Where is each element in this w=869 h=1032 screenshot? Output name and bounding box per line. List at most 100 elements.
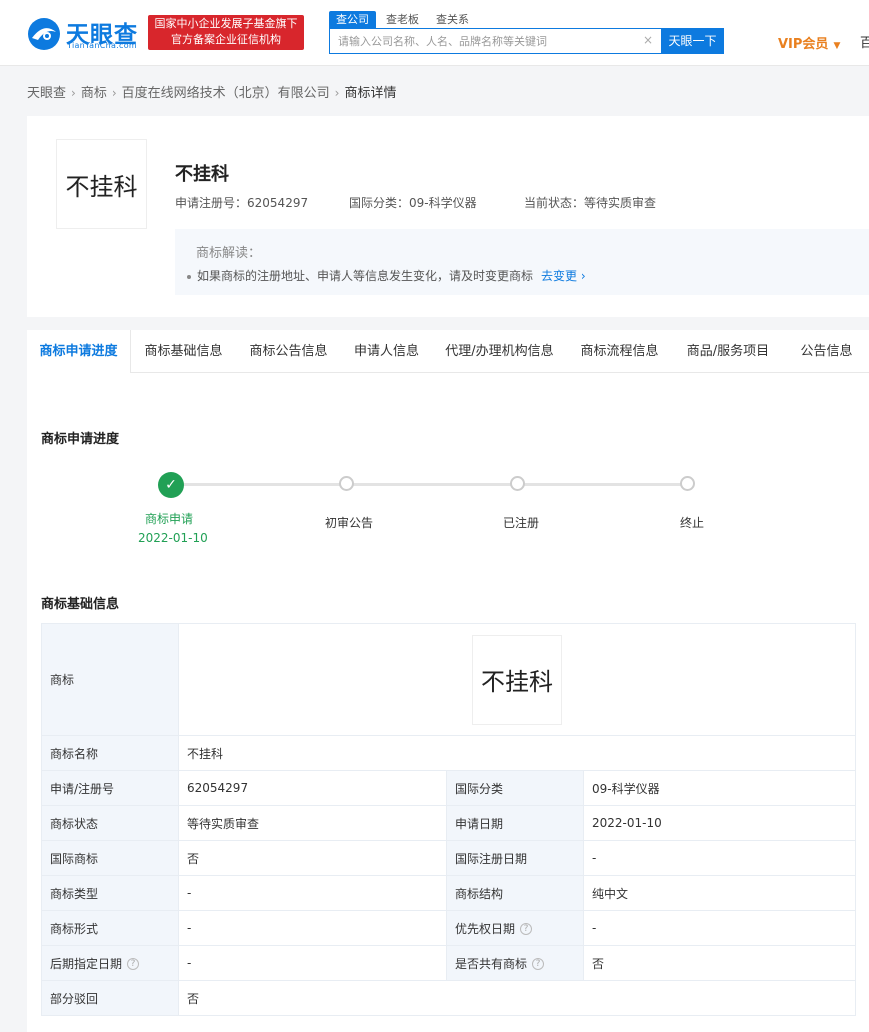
trademark-summary-card: 不挂科 不挂科 申请注册号：62054297 国际分类：09-科学仪器 当前状态…	[27, 116, 869, 317]
eye-logo-icon	[28, 18, 60, 50]
tab-agency[interactable]: 代理/办理机构信息	[432, 330, 567, 373]
row-label: 国际商标	[41, 840, 179, 876]
class-label: 国际分类：	[349, 196, 410, 210]
row-label: 后期指定日期?	[41, 945, 179, 981]
row-value: 62054297	[178, 770, 447, 806]
registration-number: 申请注册号：62054297	[175, 194, 308, 211]
priority-label: 优先权日期	[455, 921, 516, 936]
status-value: 等待实质审查	[584, 196, 657, 210]
detail-tabs: 商标申请进度 商标基础信息 商标公告信息 申请人信息 代理/办理机构信息 商标流…	[27, 330, 869, 373]
row-label: 国际注册日期	[446, 840, 584, 876]
trademark-name: 不挂科	[175, 164, 229, 185]
breadcrumb-home[interactable]: 天眼查	[27, 86, 66, 101]
search-tab-relation[interactable]: 查关系	[436, 11, 469, 28]
note-line: 如果商标的注册地址、申请人等信息发生变化，请及时变更商标 去变更 ›	[187, 267, 586, 284]
reg-no-label: 申请注册号：	[175, 196, 248, 210]
badge-line-1: 国家中小企业发展子基金旗下	[154, 17, 298, 30]
row-label: 商标名称	[41, 735, 179, 771]
row-label: 国际分类	[446, 770, 584, 806]
step-dot-icon	[680, 476, 695, 491]
row-value: 09-科学仪器	[582, 770, 857, 806]
search-tab-boss[interactable]: 查老板	[386, 11, 419, 28]
breadcrumb-company[interactable]: 百度在线网络技术（北京）有限公司	[122, 86, 330, 101]
row-value: 不挂科	[177, 735, 857, 771]
row-value: 不挂科	[177, 623, 857, 736]
basic-info-title: 商标基础信息	[41, 597, 120, 612]
vip-label: VIP会员	[778, 37, 829, 52]
row-label: 部分驳回	[41, 980, 179, 1016]
top-header: 天眼查 TianYanCha.com 国家中小企业发展子基金旗下 官方备案企业征…	[0, 0, 869, 66]
tab-process[interactable]: 商标流程信息	[567, 330, 672, 373]
table-row: 国际商标 否 国际注册日期 -	[41, 840, 857, 876]
international-class: 国际分类：09-科学仪器	[349, 194, 477, 211]
tab-notice[interactable]: 公告信息	[784, 330, 869, 373]
help-icon[interactable]: ?	[520, 923, 533, 935]
chevron-right-icon: ›	[71, 86, 76, 100]
table-row: 商标形式 - 优先权日期? -	[41, 910, 857, 946]
vip-menu[interactable]: VIP会员 ▼	[778, 33, 840, 52]
basic-info-table: 商标 不挂科 商标名称 不挂科 申请/注册号 62054297 国际分类 09-…	[41, 623, 857, 1016]
header-cut-text[interactable]: 百	[860, 32, 869, 51]
note-title: 商标解读：	[196, 246, 262, 261]
search-button[interactable]: 天眼一下	[661, 28, 724, 54]
row-label: 商标结构	[446, 875, 584, 911]
step-label-terminated: 终止	[680, 516, 705, 530]
clear-icon[interactable]: ×	[643, 33, 653, 47]
table-row: 后期指定日期? - 是否共有商标? 否	[41, 945, 857, 981]
current-status: 当前状态：等待实质审查	[524, 194, 656, 211]
row-value: -	[582, 910, 857, 946]
tab-goods-services[interactable]: 商品/服务项目	[672, 330, 784, 373]
table-row: 商标状态 等待实质审查 申请日期 2022-01-10	[41, 805, 857, 841]
tab-progress[interactable]: 商标申请进度	[27, 330, 131, 373]
row-label: 申请日期	[446, 805, 584, 841]
search-tab-company[interactable]: 查公司	[329, 11, 376, 28]
row-label: 是否共有商标?	[446, 945, 584, 981]
search-input[interactable]	[330, 29, 630, 53]
row-value: 2022-01-10	[582, 805, 857, 841]
row-value: 否	[178, 840, 447, 876]
row-value: 等待实质审查	[178, 805, 447, 841]
row-value: 否	[177, 980, 857, 1016]
bullet-icon	[187, 274, 191, 279]
note-text: 如果商标的注册地址、申请人等信息发生变化，请及时变更商标	[197, 269, 534, 283]
progress-track	[171, 483, 689, 486]
progress-title: 商标申请进度	[41, 432, 120, 447]
row-label: 商标形式	[41, 910, 179, 946]
site-logo[interactable]: 天眼查 TianYanCha.com	[26, 12, 144, 52]
breadcrumb-trademark[interactable]: 商标	[81, 86, 107, 101]
row-value: -	[178, 945, 447, 981]
row-value: 纯中文	[582, 875, 857, 911]
trademark-image[interactable]: 不挂科	[56, 139, 147, 229]
change-link[interactable]: 去变更 ›	[541, 269, 586, 283]
table-row: 商标名称 不挂科	[41, 735, 857, 771]
change-link-label: 去变更	[541, 269, 578, 283]
row-label: 商标状态	[41, 805, 179, 841]
logo-domain: TianYanCha.com	[67, 41, 137, 50]
trademark-large-image[interactable]: 不挂科	[472, 634, 563, 725]
tab-announcement[interactable]: 商标公告信息	[236, 330, 341, 373]
caret-down-icon: ▼	[833, 41, 841, 51]
help-icon[interactable]: ?	[532, 958, 545, 970]
step-label-registered: 已注册	[503, 516, 540, 530]
trademark-note: 商标解读： 如果商标的注册地址、申请人等信息发生变化，请及时变更商标 去变更 ›	[175, 229, 869, 295]
shared-label: 是否共有商标	[455, 956, 528, 971]
step-label-applied: 商标申请	[145, 512, 194, 526]
row-label: 优先权日期?	[446, 910, 584, 946]
trademark-detail-card: 商标申请进度 商标基础信息 商标公告信息 申请人信息 代理/办理机构信息 商标流…	[27, 330, 869, 1032]
chevron-right-icon: ›	[334, 86, 340, 100]
table-row: 商标 不挂科	[41, 623, 857, 736]
row-value: 否	[582, 945, 857, 981]
help-icon[interactable]: ?	[127, 958, 140, 970]
later-date-label: 后期指定日期	[50, 956, 123, 971]
tab-basic-info[interactable]: 商标基础信息	[131, 330, 236, 373]
breadcrumb: 天眼查 › 商标 › 百度在线网络技术（北京）有限公司 › 商标详情	[27, 82, 397, 101]
row-label: 商标	[41, 623, 179, 736]
reg-no-value: 62054297	[247, 196, 309, 210]
row-value: -	[178, 875, 447, 911]
row-label: 申请/注册号	[41, 770, 179, 806]
row-value: -	[178, 910, 447, 946]
tab-applicant[interactable]: 申请人信息	[341, 330, 432, 373]
table-row: 商标类型 - 商标结构 纯中文	[41, 875, 857, 911]
status-label: 当前状态：	[524, 196, 585, 210]
certification-badge: 国家中小企业发展子基金旗下 官方备案企业征信机构	[148, 15, 304, 50]
